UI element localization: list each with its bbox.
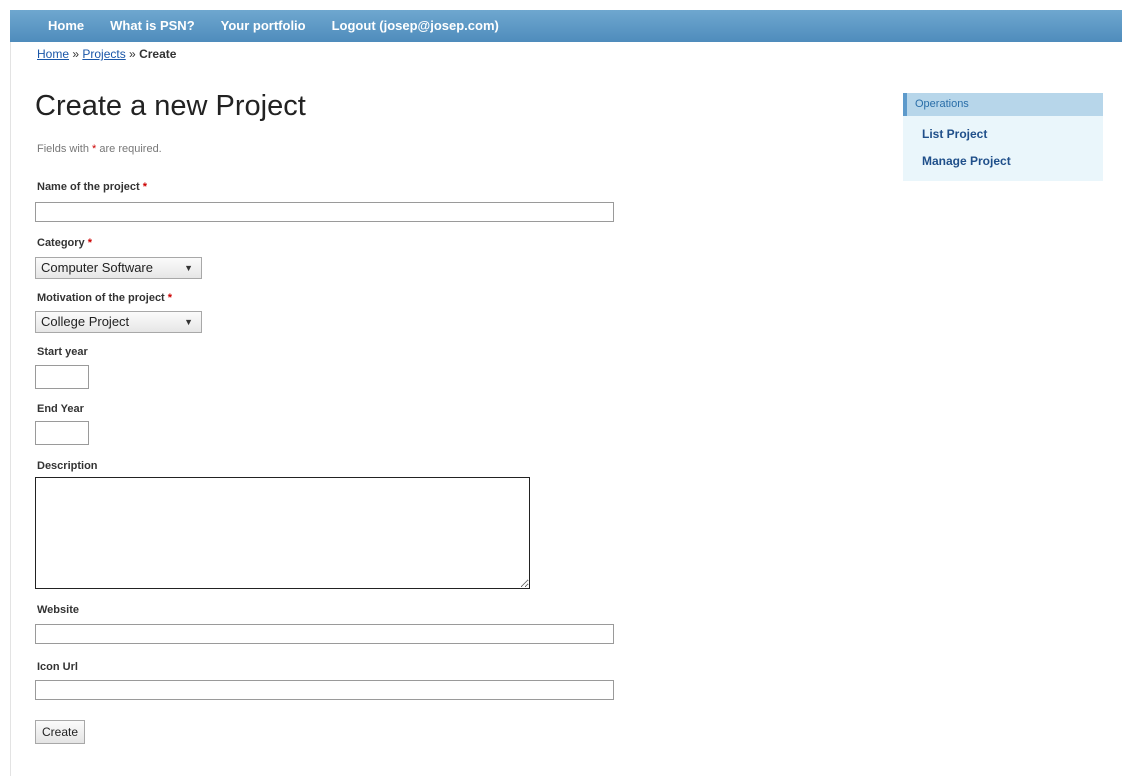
description-label: Description (37, 460, 98, 472)
name-label-text: Name of the project (37, 181, 140, 193)
breadcrumb-separator: » (125, 47, 140, 61)
nav-logout-link[interactable]: Logout (josep@josep.com) (319, 10, 512, 42)
end-year-label: End Year (37, 403, 84, 415)
icon-url-input[interactable] (35, 680, 614, 700)
icon-url-label: Icon Url (37, 661, 78, 673)
page-title: Create a new Project (35, 90, 306, 122)
dropdown-arrow-icon: ▼ (184, 317, 193, 327)
list-item: Manage Project (922, 152, 1103, 170)
website-input[interactable] (35, 624, 614, 644)
dropdown-arrow-icon: ▼ (184, 263, 193, 273)
breadcrumb-current: Create (139, 47, 177, 61)
nav-what-is-psn-link[interactable]: What is PSN? (97, 10, 208, 42)
website-label: Website (37, 604, 79, 616)
required-star: * (87, 237, 93, 249)
motivation-label-text: Motivation of the project (37, 292, 165, 304)
motivation-label: Motivation of the project * (37, 292, 172, 304)
project-name-input[interactable] (35, 202, 614, 222)
required-star: * (142, 181, 148, 193)
required-star: * (167, 292, 173, 304)
category-label-text: Category (37, 237, 85, 249)
required-fields-note: Fields with * are required. (37, 143, 162, 155)
start-year-input[interactable] (35, 365, 89, 389)
note-prefix: Fields with (37, 143, 93, 155)
note-suffix: are required. (96, 143, 162, 155)
description-textarea[interactable] (35, 477, 530, 589)
category-select[interactable]: Computer Software ▼ (35, 257, 202, 279)
category-selected-value: Computer Software (41, 260, 153, 275)
end-year-input[interactable] (35, 421, 89, 445)
create-button[interactable]: Create (35, 720, 86, 744)
top-nav: Home What is PSN? Your portfolio Logout … (10, 10, 1122, 42)
operations-sidebar: Operations List Project Manage Project (903, 93, 1103, 181)
nav-your-portfolio-link[interactable]: Your portfolio (208, 10, 319, 42)
breadcrumb-home-link[interactable]: Home (37, 47, 69, 61)
motivation-select[interactable]: College Project ▼ (35, 311, 202, 333)
category-label: Category * (37, 237, 92, 249)
operations-list: List Project Manage Project (903, 116, 1103, 170)
nav-home-link[interactable]: Home (10, 10, 97, 42)
list-project-link[interactable]: List Project (922, 127, 987, 141)
manage-project-link[interactable]: Manage Project (922, 154, 1011, 168)
list-item: List Project (922, 125, 1103, 143)
name-label: Name of the project * (37, 181, 147, 193)
breadcrumb-projects-link[interactable]: Projects (82, 47, 125, 61)
start-year-label: Start year (37, 346, 88, 358)
operations-heading: Operations (903, 93, 1103, 116)
breadcrumb: Home » Projects » Create (37, 47, 176, 61)
breadcrumb-separator: » (69, 47, 83, 61)
motivation-selected-value: College Project (41, 314, 130, 329)
